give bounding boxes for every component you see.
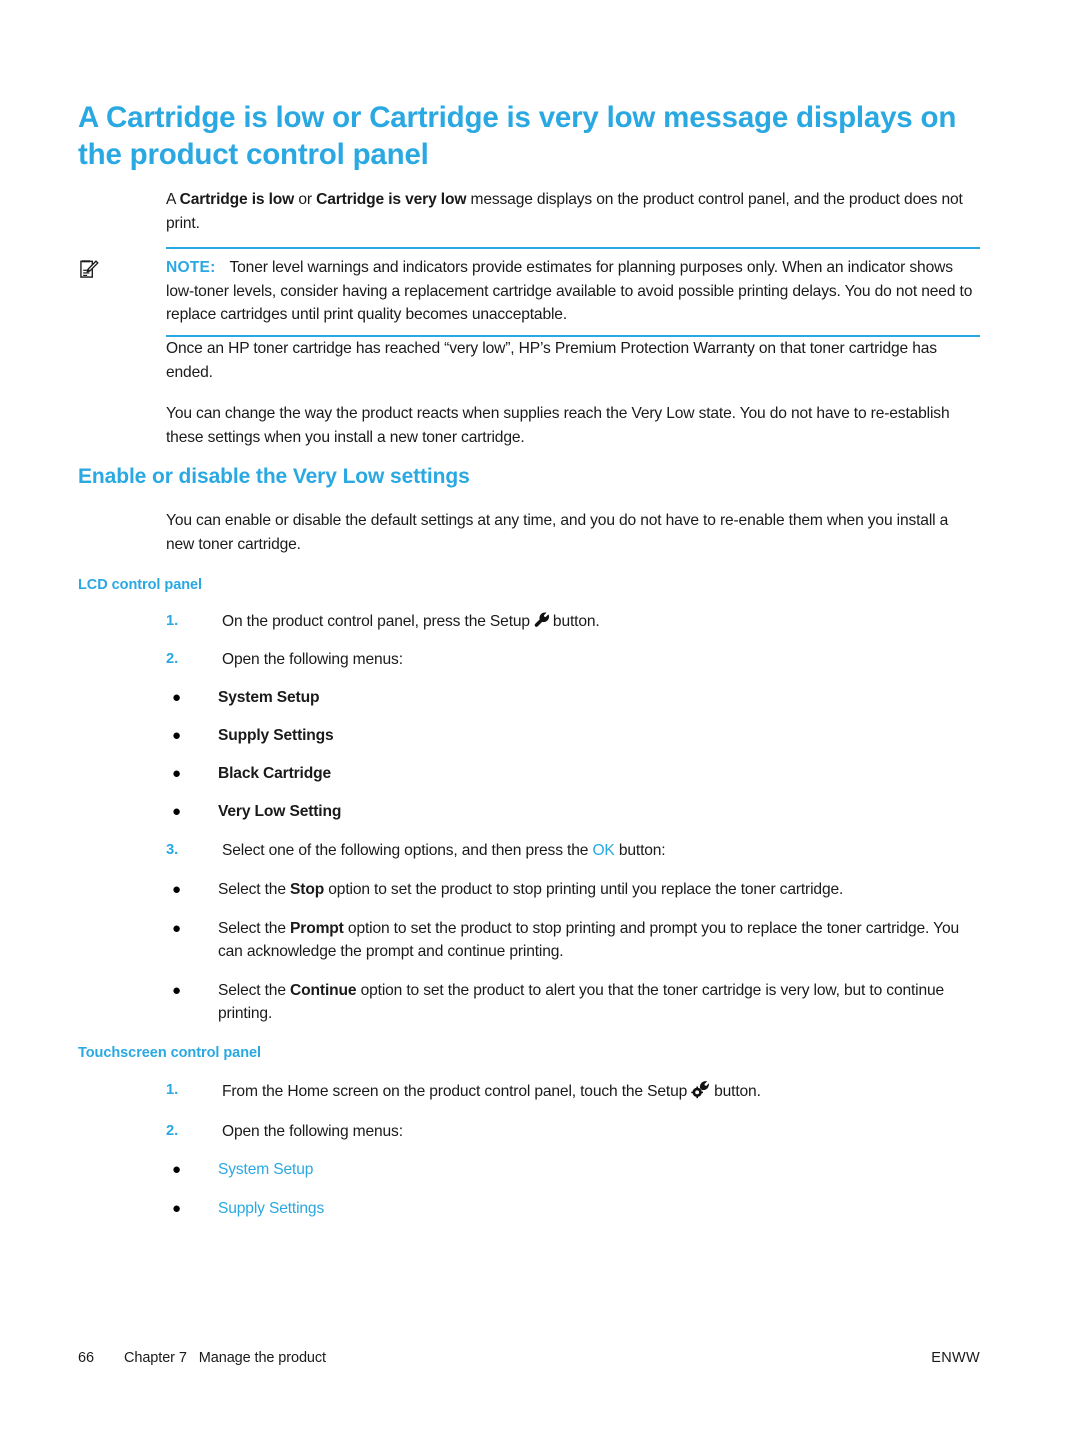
lcd-step-3-number: 3. <box>166 842 179 858</box>
touchscreen-step-2-number: 2. <box>166 1123 179 1139</box>
list-item: ● Select the Continue option to set the p… <box>166 979 978 1026</box>
option-2-pre: Select the <box>218 981 291 999</box>
touchscreen-step-1-post: button. <box>714 1083 761 1100</box>
list-item: ● Black Cartridge <box>166 762 978 786</box>
lcd-step-3-row: 3. Select one of the following options, a… <box>166 839 978 863</box>
lcd-control-panel-heading-text: LCD control panel <box>78 577 203 593</box>
document-page: A Cartridge is low or Cartridge is very … <box>0 0 1080 1437</box>
lcd-step-1-number: 1. <box>166 613 179 629</box>
very-low-state-paragraph-text: You can change the way the product react… <box>166 405 950 446</box>
list-item[interactable]: ● Supply Settings <box>166 1197 978 1221</box>
note-body-text: Toner level warnings and indicators prov… <box>166 259 973 323</box>
touchscreen-control-panel-heading-text: Touchscreen control panel <box>78 1045 261 1061</box>
bullet-dot-icon: ● <box>172 881 181 898</box>
note-body: NOTE: Toner level warnings and indicators… <box>78 249 980 335</box>
bullet-dot-icon: ● <box>172 1161 181 1178</box>
page-title-line2: the product control panel <box>78 138 429 171</box>
touchscreen-step-1: 1. From the Home screen on the product co… <box>166 1079 978 1104</box>
lcd-menu-item-1: Supply Settings <box>218 727 334 744</box>
footer-page-number: 66 <box>78 1350 94 1366</box>
lcd-menu-item-2: Black Cartridge <box>218 765 332 782</box>
lcd-step-3: 3. Select one of the following options, a… <box>166 839 978 863</box>
note-text: NOTE: Toner level warnings and indicators… <box>166 256 980 327</box>
lcd-step-2-number: 2. <box>166 651 179 667</box>
page-footer: 66 Chapter 7 Manage the product ENWW <box>78 1348 980 1368</box>
bullet-dot-icon: ● <box>172 1199 181 1217</box>
bullet-dot-icon: ● <box>172 981 181 999</box>
intro-mid: or <box>294 191 317 208</box>
lcd-step-2-text: Open the following menus: <box>222 651 403 668</box>
touchscreen-step-1-row: 1. From the Home screen on the product co… <box>166 1079 978 1104</box>
page-title: A Cartridge is low or Cartridge is very … <box>78 99 968 173</box>
list-item: ● Supply Settings <box>166 724 978 748</box>
bullet-dot-icon: ● <box>172 803 181 820</box>
touchscreen-control-panel-heading: Touchscreen control panel <box>78 1044 968 1063</box>
wrench-gear-icon <box>691 1079 713 1099</box>
option-1-bold: Prompt <box>290 919 344 937</box>
touchscreen-menu-list: ● System Setup ● Supply Settings <box>166 1158 978 1220</box>
list-item: ● Select the Prompt option to set the pro… <box>166 917 978 964</box>
lcd-step-2-row: 2. Open the following menus: <box>166 648 978 672</box>
section-heading-text: Enable or disable the Very Low settings <box>78 465 470 488</box>
list-item: ● Select the Stop option to set the produ… <box>166 878 978 902</box>
page-title-text: A Cartridge is low or Cartridge is very … <box>78 99 968 173</box>
option-0-post: option to set the product to stop printi… <box>324 881 844 898</box>
intro-bold-cartridge-is-very-low: Cartridge is very low <box>316 191 467 208</box>
bullet-dot-icon: ● <box>172 689 181 706</box>
intro-paragraph: A Cartridge is low or Cartridge is very … <box>166 188 978 235</box>
touchscreen-menu-item-1[interactable]: Supply Settings <box>218 1200 324 1217</box>
lcd-menu-item-0: System Setup <box>218 689 320 706</box>
lcd-step-3-post: button: <box>614 842 666 859</box>
list-item[interactable]: ● System Setup <box>166 1158 978 1182</box>
option-1-pre: Select the <box>218 919 291 937</box>
bullet-dot-icon: ● <box>172 765 181 782</box>
touchscreen-step-1-number: 1. <box>166 1082 179 1098</box>
lcd-menu-list: ● System Setup ● Supply Settings ● Black Ca… <box>166 686 978 824</box>
lcd-step-1-pre: On the product control panel, press the … <box>222 613 530 630</box>
footer-left: 66 Chapter 7 Manage the product <box>78 1348 326 1368</box>
lcd-control-panel-heading: LCD control panel <box>78 576 968 595</box>
note-label: NOTE: <box>166 259 216 276</box>
bullet-dot-icon: ● <box>172 727 181 744</box>
wrench-icon <box>533 611 551 629</box>
lcd-step-2: 2. Open the following menus: <box>166 648 978 672</box>
intro-bold-cartridge-is-low: Cartridge is low <box>179 191 295 208</box>
footer-chapter: Chapter 7 <box>124 1350 187 1366</box>
lcd-step-1: 1. On the product control panel, press th… <box>166 610 978 634</box>
lcd-options-list: ● Select the Stop option to set the produ… <box>166 878 978 1026</box>
list-item: ● System Setup <box>166 686 978 710</box>
section-heading: Enable or disable the Very Low settings <box>78 464 968 490</box>
list-item: ● Very Low Setting <box>166 800 978 824</box>
intro-paragraph-text: A Cartridge is low or Cartridge is very … <box>166 188 978 235</box>
section-intro-paragraph: You can enable or disable the default se… <box>166 509 978 556</box>
ok-button-reference: OK <box>592 842 615 859</box>
lcd-step-1-row: 1. On the product control panel, press th… <box>166 610 978 634</box>
touchscreen-step-1-pre: From the Home screen on the product cont… <box>222 1083 688 1100</box>
footer-locale: ENWW <box>931 1350 980 1366</box>
lcd-step-3-pre: Select one of the following options, and… <box>222 842 593 859</box>
section-intro-text: You can enable or disable the default se… <box>166 512 949 553</box>
bullet-dot-icon: ● <box>172 919 181 937</box>
footer-chapter-title: Manage the product <box>198 1350 326 1366</box>
page-title-line1: A Cartridge is low or Cartridge is very … <box>78 101 957 134</box>
warranty-paragraph: Once an HP toner cartridge has reached “… <box>166 337 978 384</box>
lcd-menu-item-3: Very Low Setting <box>218 803 342 820</box>
touchscreen-step-2-row: 2. Open the following menus: <box>166 1120 978 1144</box>
touchscreen-step-2-text: Open the following menus: <box>222 1123 403 1140</box>
touchscreen-step-2: 2. Open the following menus: <box>166 1120 978 1144</box>
touchscreen-menu-item-0[interactable]: System Setup <box>218 1161 313 1178</box>
lcd-step-1-post: button. <box>552 613 600 630</box>
note-pencil-icon <box>78 258 100 280</box>
note-admonition: NOTE: Toner level warnings and indicators… <box>78 247 980 337</box>
option-2-bold: Continue <box>290 981 357 999</box>
warranty-paragraph-text: Once an HP toner cartridge has reached “… <box>166 340 937 381</box>
very-low-state-paragraph: You can change the way the product react… <box>166 402 978 449</box>
option-0-pre: Select the <box>218 881 291 898</box>
option-0-bold: Stop <box>290 881 325 898</box>
intro-pre: A <box>166 191 180 208</box>
